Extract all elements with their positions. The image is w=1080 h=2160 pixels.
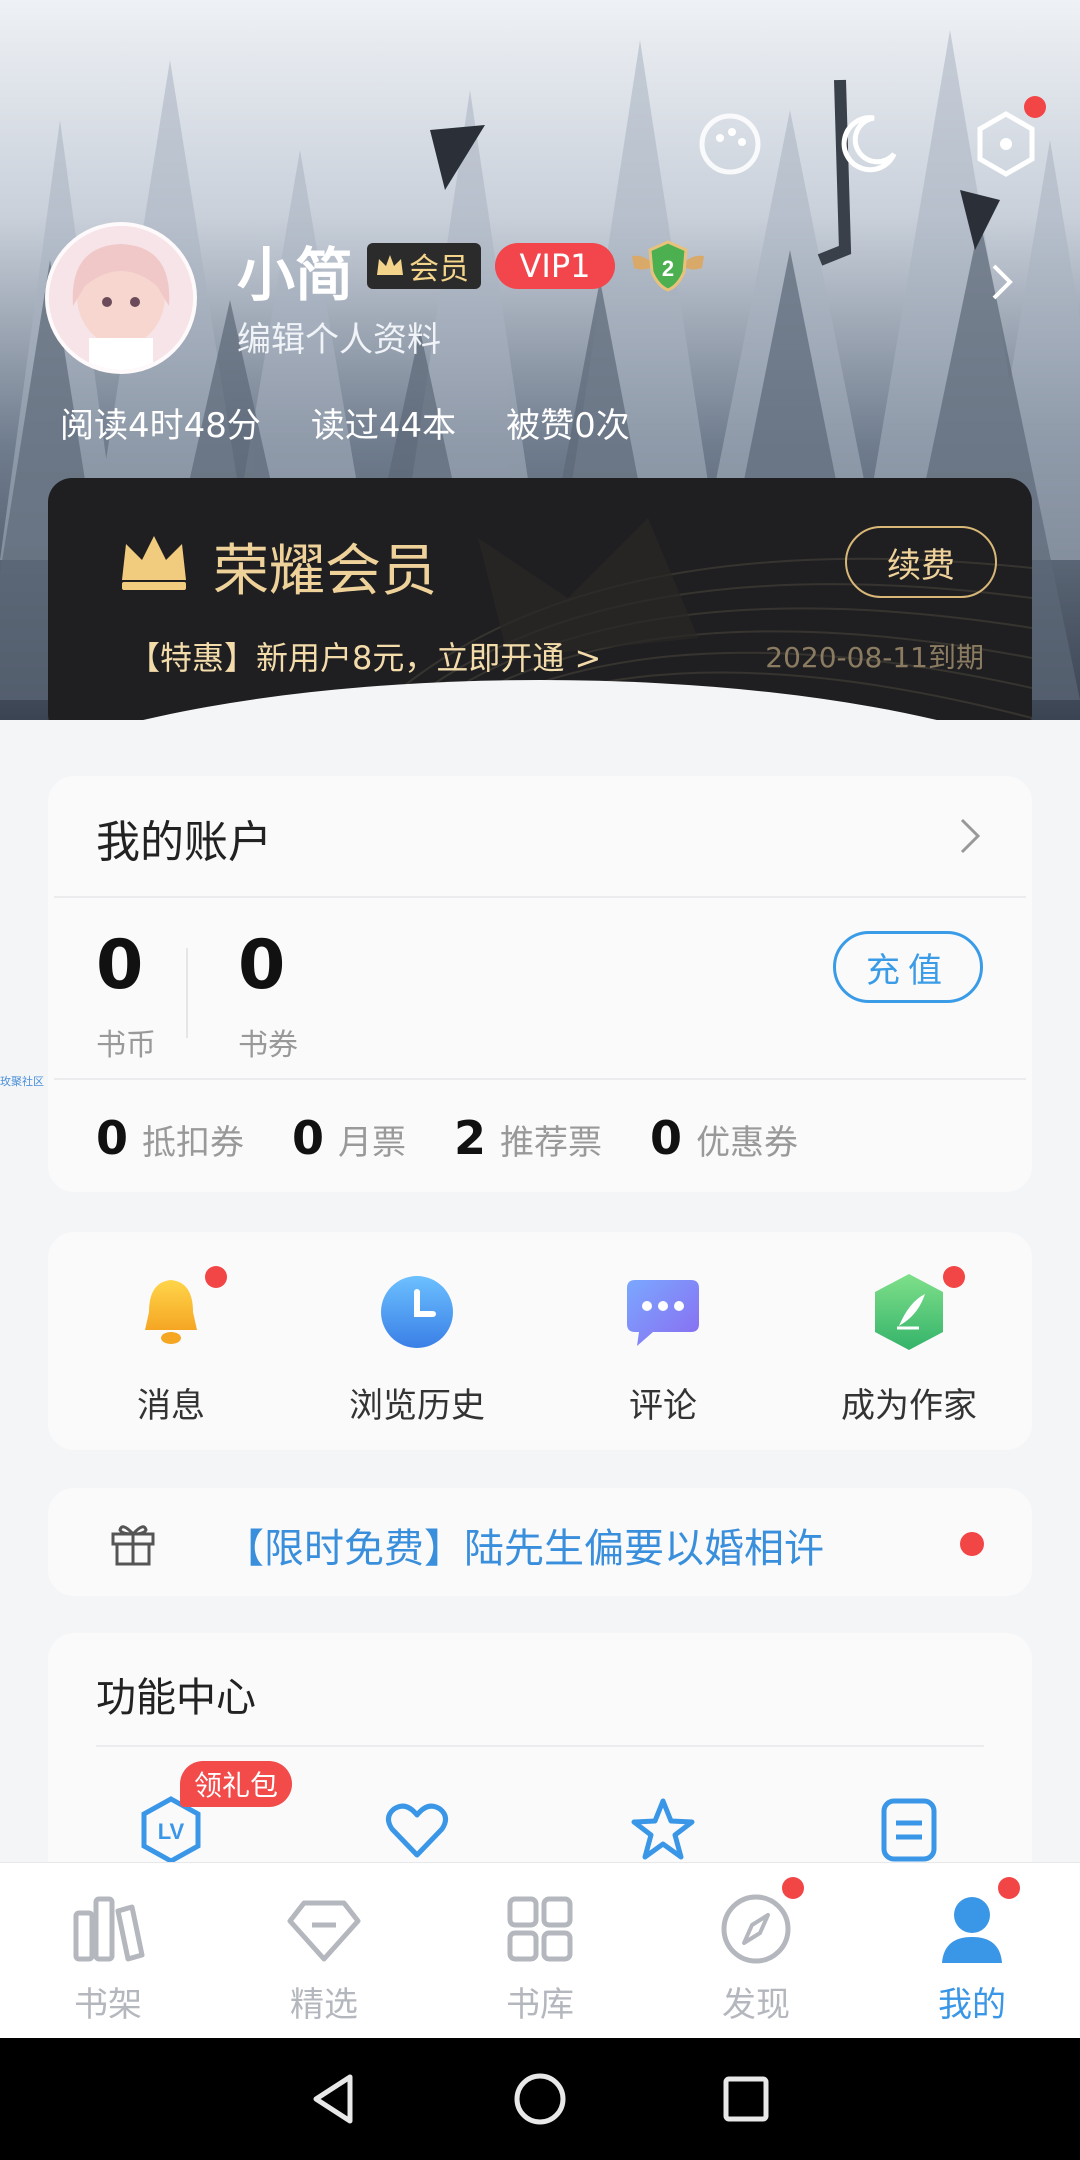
coins-label: 书币	[96, 1028, 156, 1063]
nav-label: 我的	[938, 1985, 1006, 2025]
mine-red-dot	[998, 1877, 1020, 1899]
nav-mine[interactable]: 我的	[864, 1863, 1080, 2038]
vouchers-label: 书券	[238, 1028, 298, 1063]
banner-red-dot	[960, 1532, 984, 1556]
bell-icon	[131, 1266, 227, 1352]
star-icon[interactable]	[628, 1795, 698, 1865]
home-icon[interactable]	[512, 2071, 568, 2127]
vip-expire-date: 2020-08-11到期	[765, 641, 984, 674]
tickets-row: 0 抵扣券 0 月票 2 推荐票 0 优惠券	[96, 1111, 798, 1165]
comment-icon	[623, 1272, 703, 1352]
recharge-button[interactable]: 充值	[833, 931, 983, 1003]
shortcut-label: 浏览历史	[349, 1386, 485, 1426]
pen-icon	[869, 1266, 965, 1352]
bottom-navigation: 书架 精选 书库 发现 我的	[0, 1862, 1080, 2038]
shortcut-comments[interactable]: 评论	[540, 1232, 786, 1450]
messages-red-dot	[205, 1266, 227, 1288]
vip-badge[interactable]: VIP1	[495, 243, 615, 289]
settings-red-dot	[1024, 96, 1046, 118]
ticket-deduction[interactable]: 0 抵扣券	[96, 1111, 244, 1165]
nav-label: 书架	[74, 1985, 142, 2025]
nav-label: 精选	[290, 1985, 358, 2025]
account-chevron-icon[interactable]	[958, 816, 982, 856]
banner-text: 【限时免费】陆先生偏要以婚相许	[224, 1526, 824, 1572]
shortcut-messages[interactable]: 消息	[48, 1232, 294, 1450]
nav-label: 书库	[506, 1985, 574, 2025]
gift-pack-badge: 领礼包	[180, 1761, 293, 1807]
username: 小简	[237, 241, 354, 309]
nav-bookshelf[interactable]: 书架	[0, 1863, 216, 2038]
ticket-coupon[interactable]: 0 优惠券	[650, 1111, 798, 1165]
shortcut-history[interactable]: 浏览历史	[294, 1232, 540, 1450]
settings-hexagon-icon[interactable]	[972, 96, 1046, 178]
account-title[interactable]: 我的账户	[96, 806, 272, 870]
diamond-icon	[286, 1891, 362, 1967]
system-navigation-bar	[0, 2038, 1080, 2160]
person-icon	[934, 1877, 1020, 1967]
profile-header: 小简 会员 VIP1 2 编辑个人资料 阅读4时48分 读过44本 被赞0次 荣…	[0, 0, 1080, 720]
function-center-card: 功能中心 LV 领礼包	[48, 1633, 1032, 1893]
nav-library[interactable]: 书库	[432, 1863, 648, 2038]
stat-reading-time: 阅读4时48分	[60, 406, 261, 446]
nav-featured[interactable]: 精选	[216, 1863, 432, 2038]
divider	[54, 896, 1026, 898]
moon-icon[interactable]	[834, 110, 902, 178]
free-book-banner[interactable]: 【限时免费】陆先生偏要以婚相许	[48, 1488, 1032, 1596]
author-red-dot	[943, 1266, 965, 1288]
divider	[96, 1745, 984, 1747]
crown-icon	[377, 255, 403, 275]
member-badge: 会员	[367, 243, 481, 289]
coins-value: 0	[96, 926, 144, 1005]
account-card: 我的账户 0 书币 0 书券 充值 0 抵扣券 0 月票 2 推荐票 0 优惠券	[48, 776, 1032, 1192]
shortcut-label: 成为作家	[841, 1386, 977, 1426]
recents-icon[interactable]	[718, 2071, 774, 2127]
divider	[54, 1078, 1026, 1080]
discover-red-dot	[782, 1877, 804, 1899]
header-toolbar	[696, 96, 1046, 178]
watermark: 玫聚社区	[0, 1075, 44, 1088]
stat-likes: 被赞0次	[506, 406, 630, 446]
stat-books-read: 读过44本	[310, 406, 457, 446]
bookshelf-icon	[70, 1891, 146, 1967]
grid-icon	[502, 1891, 578, 1967]
palette-icon[interactable]	[696, 110, 764, 178]
avatar[interactable]	[45, 222, 197, 374]
ticket-recommend[interactable]: 2 推荐票	[454, 1111, 602, 1165]
heart-icon[interactable]	[382, 1795, 452, 1865]
member-badge-label: 会员	[409, 252, 469, 287]
level-badge: 2	[628, 238, 708, 294]
shortcut-label: 消息	[137, 1386, 205, 1426]
vertical-divider	[186, 948, 188, 1038]
svg-text:2: 2	[662, 256, 674, 281]
reading-stats: 阅读4时48分 读过44本 被赞0次	[60, 398, 630, 447]
vip-title: 荣耀会员	[213, 539, 437, 604]
shield-wings-icon: 2	[632, 240, 704, 292]
renew-button[interactable]: 续费	[845, 526, 997, 598]
function-center-title: 功能中心	[96, 1675, 256, 1721]
shortcut-label: 评论	[629, 1386, 697, 1426]
clock-icon	[377, 1272, 457, 1352]
profile-chevron-icon[interactable]	[990, 262, 1014, 302]
ticket-monthly[interactable]: 0 月票	[292, 1111, 406, 1165]
compass-icon	[718, 1877, 804, 1967]
shortcut-become-author[interactable]: 成为作家	[786, 1232, 1032, 1450]
vouchers-value: 0	[238, 926, 286, 1005]
svg-text:LV: LV	[158, 1819, 185, 1844]
gift-icon	[111, 1525, 155, 1566]
shortcuts-card: 消息 浏览历史 评论 成为作家	[48, 1232, 1032, 1450]
vip-promo-link[interactable]: 【特惠】新用户8元，立即开通 >	[128, 633, 601, 679]
document-icon[interactable]	[874, 1795, 944, 1865]
edit-profile-link[interactable]: 编辑个人资料	[237, 312, 441, 361]
nav-discover[interactable]: 发现	[648, 1863, 864, 2038]
back-icon[interactable]	[306, 2071, 362, 2127]
crown-icon	[122, 536, 186, 590]
nav-label: 发现	[722, 1985, 790, 2025]
